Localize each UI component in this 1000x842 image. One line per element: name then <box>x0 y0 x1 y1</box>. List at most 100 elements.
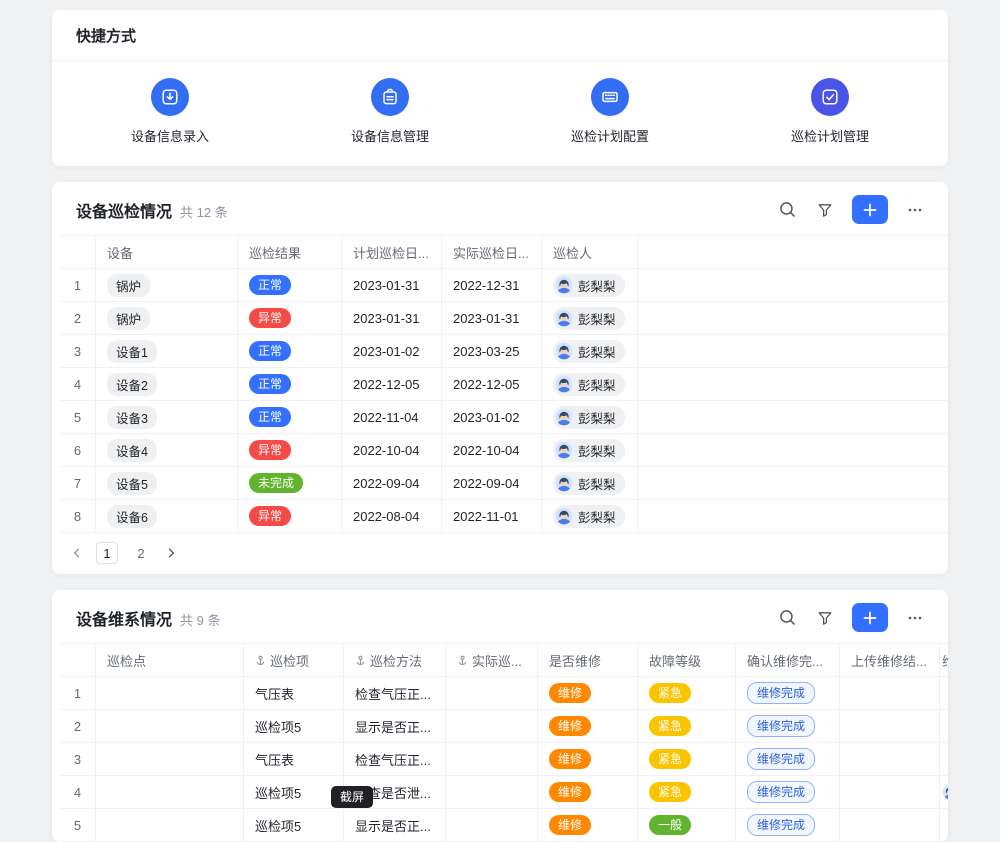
maintainer-cell[interactable] <box>940 677 948 709</box>
fault-level-cell[interactable]: 紧急 <box>638 710 736 742</box>
maintenance-filter-icon[interactable] <box>812 605 838 631</box>
maintainer-cell[interactable] <box>940 743 948 775</box>
result-cell[interactable]: 正常 <box>238 335 342 367</box>
actual-date-cell[interactable]: 2022-11-01 <box>442 500 542 532</box>
actual-cell[interactable] <box>446 677 538 709</box>
inspector-cell[interactable]: 彭梨梨 <box>542 302 638 334</box>
shortcut-inspection-plan-manage[interactable]: 巡检计划管理 <box>720 78 940 145</box>
fault-level-cell[interactable]: 紧急 <box>638 743 736 775</box>
device-cell[interactable]: 设备6 <box>96 500 238 532</box>
upload-cell[interactable] <box>840 809 940 841</box>
device-cell[interactable]: 锅炉 <box>96 269 238 301</box>
actual-cell[interactable] <box>446 809 538 841</box>
inspector-cell[interactable]: 彭梨梨 <box>542 368 638 400</box>
fault-level-cell[interactable]: 紧急 <box>638 677 736 709</box>
actual-date-cell[interactable]: 2023-01-31 <box>442 302 542 334</box>
planned-date-cell[interactable]: 2023-01-31 <box>342 302 442 334</box>
inspection-filter-icon[interactable] <box>812 197 838 223</box>
point-cell[interactable] <box>96 776 244 808</box>
repair-cell[interactable]: 维修 <box>538 710 638 742</box>
planned-date-cell[interactable]: 2023-01-31 <box>342 269 442 301</box>
inspection-add-record-button[interactable] <box>852 195 888 224</box>
upload-cell[interactable] <box>840 677 940 709</box>
device-cell[interactable]: 设备4 <box>96 434 238 466</box>
planned-date-cell[interactable]: 2022-09-04 <box>342 467 442 499</box>
method-cell[interactable]: 检查气压正... <box>344 677 446 709</box>
point-cell[interactable] <box>96 677 244 709</box>
fault-level-cell[interactable]: 一般 <box>638 809 736 841</box>
device-cell[interactable]: 设备5 <box>96 467 238 499</box>
confirm-cell[interactable]: 维修完成 <box>736 809 840 841</box>
result-cell[interactable]: 正常 <box>238 401 342 433</box>
inspector-cell[interactable]: 彭梨梨 <box>542 335 638 367</box>
device-cell[interactable]: 设备2 <box>96 368 238 400</box>
shortcut-device-info-entry[interactable]: 设备信息录入 <box>60 78 280 145</box>
inspector-cell[interactable]: 彭梨梨 <box>542 401 638 433</box>
maintainer-cell[interactable] <box>940 710 948 742</box>
inspector-cell[interactable]: 彭梨梨 <box>542 434 638 466</box>
prev-page-button[interactable] <box>70 546 84 560</box>
result-cell[interactable]: 异常 <box>238 500 342 532</box>
maintainer-cell[interactable] <box>940 809 948 841</box>
fault-level-cell[interactable]: 紧急 <box>638 776 736 808</box>
confirm-cell[interactable]: 维修完成 <box>736 710 840 742</box>
actual-date-cell[interactable]: 2022-10-04 <box>442 434 542 466</box>
point-cell[interactable] <box>96 710 244 742</box>
actual-cell[interactable] <box>446 710 538 742</box>
repair-cell[interactable]: 维修 <box>538 677 638 709</box>
inspection-search-icon[interactable] <box>774 197 800 223</box>
device-cell[interactable]: 设备1 <box>96 335 238 367</box>
method-cell[interactable]: 显示是否正... <box>344 710 446 742</box>
maintainer-cell[interactable] <box>940 776 948 808</box>
inspection-more-icon[interactable] <box>902 197 928 223</box>
actual-date-cell[interactable]: 2022-12-05 <box>442 368 542 400</box>
item-cell[interactable]: 巡检项5 <box>244 710 344 742</box>
next-page-button[interactable] <box>164 546 178 560</box>
point-cell[interactable] <box>96 809 244 841</box>
maintenance-add-record-button[interactable] <box>852 603 888 632</box>
device-cell[interactable]: 锅炉 <box>96 302 238 334</box>
planned-date-cell[interactable]: 2022-12-05 <box>342 368 442 400</box>
method-cell[interactable]: 显示是否正... <box>344 809 446 841</box>
planned-date-cell[interactable]: 2023-01-02 <box>342 335 442 367</box>
actual-date-cell[interactable]: 2023-03-25 <box>442 335 542 367</box>
page-button-1[interactable]: 1 <box>96 542 118 564</box>
page-button-2[interactable]: 2 <box>130 542 152 564</box>
confirm-cell[interactable]: 维修完成 <box>736 677 840 709</box>
actual-cell[interactable] <box>446 776 538 808</box>
result-cell[interactable]: 异常 <box>238 434 342 466</box>
actual-date-cell[interactable]: 2023-01-02 <box>442 401 542 433</box>
repair-cell[interactable]: 维修 <box>538 809 638 841</box>
item-cell[interactable]: 巡检项5 <box>244 809 344 841</box>
confirm-cell[interactable]: 维修完成 <box>736 743 840 775</box>
method-cell[interactable]: 检查气压正... <box>344 743 446 775</box>
confirm-complete-button[interactable]: 维修完成 <box>747 814 815 836</box>
actual-date-cell[interactable]: 2022-09-04 <box>442 467 542 499</box>
point-cell[interactable] <box>96 743 244 775</box>
item-cell[interactable]: 气压表 <box>244 677 344 709</box>
shortcut-device-info-manage[interactable]: 设备信息管理 <box>280 78 500 145</box>
planned-date-cell[interactable]: 2022-08-04 <box>342 500 442 532</box>
maintenance-more-icon[interactable] <box>902 605 928 631</box>
planned-date-cell[interactable]: 2022-10-04 <box>342 434 442 466</box>
inspector-cell[interactable]: 彭梨梨 <box>542 269 638 301</box>
confirm-cell[interactable]: 维修完成 <box>736 776 840 808</box>
maintenance-search-icon[interactable] <box>774 605 800 631</box>
result-cell[interactable]: 正常 <box>238 269 342 301</box>
repair-cell[interactable]: 维修 <box>538 776 638 808</box>
item-cell[interactable]: 气压表 <box>244 743 344 775</box>
result-cell[interactable]: 异常 <box>238 302 342 334</box>
result-cell[interactable]: 未完成 <box>238 467 342 499</box>
confirm-complete-button[interactable]: 维修完成 <box>747 715 815 737</box>
upload-cell[interactable] <box>840 743 940 775</box>
inspector-cell[interactable]: 彭梨梨 <box>542 467 638 499</box>
result-cell[interactable]: 正常 <box>238 368 342 400</box>
actual-date-cell[interactable]: 2022-12-31 <box>442 269 542 301</box>
upload-cell[interactable] <box>840 776 940 808</box>
shortcut-inspection-plan-config[interactable]: 巡检计划配置 <box>500 78 720 145</box>
item-cell[interactable]: 巡检项5 <box>244 776 344 808</box>
confirm-complete-button[interactable]: 维修完成 <box>747 682 815 704</box>
device-cell[interactable]: 设备3 <box>96 401 238 433</box>
repair-cell[interactable]: 维修 <box>538 743 638 775</box>
actual-cell[interactable] <box>446 743 538 775</box>
